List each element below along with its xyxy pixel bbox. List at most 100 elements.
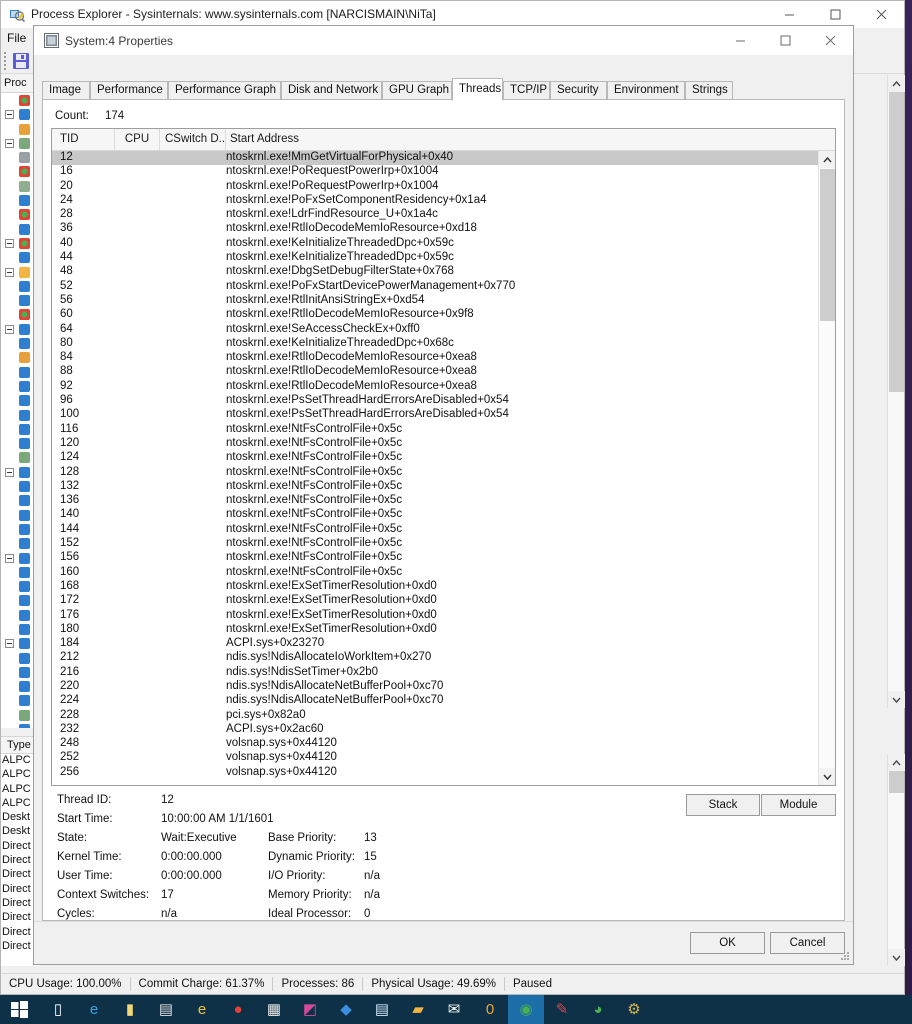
task-view-icon[interactable]: ▯ bbox=[40, 995, 76, 1024]
thread-row[interactable]: 96 ntoskrnl.exe!PsSetThreadHardErrorsAreD… bbox=[52, 394, 818, 408]
threads-table[interactable]: TID CPU CSwitch D... Start Address 12 nto… bbox=[51, 128, 836, 786]
sticky-notes-icon[interactable]: ▮ bbox=[112, 995, 148, 1024]
thread-row[interactable]: 128 ntoskrnl.exe!NtFsControlFile+0x5c bbox=[52, 466, 818, 480]
scroll-thumb[interactable] bbox=[889, 92, 904, 392]
scroll-up-icon[interactable] bbox=[819, 151, 835, 168]
column-header-cswitch-delta[interactable]: CSwitch D... bbox=[160, 129, 226, 150]
scroll-up-icon[interactable] bbox=[888, 754, 905, 771]
column-header-cpu[interactable]: CPU bbox=[115, 129, 160, 150]
calculator-icon[interactable]: ▦ bbox=[256, 995, 292, 1024]
scroll-down-icon[interactable] bbox=[819, 768, 835, 785]
main-minimize-button[interactable] bbox=[766, 1, 812, 28]
dialog-close-button[interactable] bbox=[808, 26, 853, 55]
mail-icon[interactable]: ✉ bbox=[436, 995, 472, 1024]
thread-row[interactable]: 232 ACPI.sys+0x2ac60 bbox=[52, 723, 818, 737]
thread-row[interactable]: 64 ntoskrnl.exe!SeAccessCheckEx+0xff0 bbox=[52, 323, 818, 337]
thread-row[interactable]: 140 ntoskrnl.exe!NtFsControlFile+0x5c bbox=[52, 508, 818, 522]
thread-row[interactable]: 152 ntoskrnl.exe!NtFsControlFile+0x5c bbox=[52, 537, 818, 551]
thread-row[interactable]: 44 ntoskrnl.exe!KeInitializeThreadedDpc+0… bbox=[52, 251, 818, 265]
thread-row[interactable]: 220 ndis.sys!NdisAllocateNetBufferPool+0x… bbox=[52, 680, 818, 694]
thread-row[interactable]: 224 ndis.sys!NdisAllocateNetBufferPool+0x… bbox=[52, 694, 818, 708]
scroll-down-icon[interactable] bbox=[888, 949, 905, 966]
thread-row[interactable]: 252 volsnap.sys+0x44120 bbox=[52, 751, 818, 765]
ok-button[interactable]: OK bbox=[690, 932, 765, 954]
resize-grip[interactable] bbox=[840, 952, 850, 962]
column-header-tid[interactable]: TID bbox=[52, 129, 115, 150]
stack-button[interactable]: Stack bbox=[686, 794, 760, 816]
main-maximize-button[interactable] bbox=[812, 1, 858, 28]
thread-row[interactable]: 248 volsnap.sys+0x44120 bbox=[52, 737, 818, 751]
thread-row[interactable]: 84 ntoskrnl.exe!RtlIoDecodeMemIoResource+… bbox=[52, 351, 818, 365]
tab-disk-and-network[interactable]: Disk and Network bbox=[281, 81, 382, 100]
scroll-thumb[interactable] bbox=[889, 771, 904, 793]
chrome-icon[interactable]: ◉ bbox=[508, 995, 544, 1024]
column-header-start-address[interactable]: Start Address bbox=[226, 129, 835, 150]
module-button[interactable]: Module bbox=[761, 794, 836, 816]
tab-tcp-ip[interactable]: TCP/IP bbox=[503, 81, 550, 100]
thread-row[interactable]: 48 ntoskrnl.exe!DbgSetDebugFilterState+0x… bbox=[52, 265, 818, 279]
thread-row[interactable]: 136 ntoskrnl.exe!NtFsControlFile+0x5c bbox=[52, 494, 818, 508]
thread-row[interactable]: 172 ntoskrnl.exe!ExSetTimerResolution+0xd… bbox=[52, 594, 818, 608]
thread-row[interactable]: 88 ntoskrnl.exe!RtlIoDecodeMemIoResource+… bbox=[52, 365, 818, 379]
thread-row[interactable]: 184 ACPI.sys+0x23270 bbox=[52, 637, 818, 651]
thread-row[interactable]: 116 ntoskrnl.exe!NtFsControlFile+0x5c bbox=[52, 423, 818, 437]
menu-item-file[interactable]: File bbox=[7, 31, 26, 45]
internet-explorer-icon[interactable]: e bbox=[184, 995, 220, 1024]
thread-row[interactable]: 180 ntoskrnl.exe!ExSetTimerResolution+0xd… bbox=[52, 623, 818, 637]
toolbar-grip[interactable] bbox=[4, 52, 8, 70]
thread-row[interactable]: 132 ntoskrnl.exe!NtFsControlFile+0x5c bbox=[52, 480, 818, 494]
thread-row[interactable]: 60 ntoskrnl.exe!RtlIoDecodeMemIoResource+… bbox=[52, 308, 818, 322]
thread-row[interactable]: 24 ntoskrnl.exe!PoFxSetComponentResidency… bbox=[52, 194, 818, 208]
tab-threads[interactable]: Threads bbox=[452, 78, 503, 101]
thread-row[interactable]: 256 volsnap.sys+0x44120 bbox=[52, 766, 818, 780]
main-close-button[interactable] bbox=[858, 1, 904, 28]
thread-row[interactable]: 20 ntoskrnl.exe!PoRequestPowerIrp+0x1004 bbox=[52, 180, 818, 194]
thread-row[interactable]: 120 ntoskrnl.exe!NtFsControlFile+0x5c bbox=[52, 437, 818, 451]
tab-performance-graph[interactable]: Performance Graph bbox=[168, 81, 281, 100]
photos-icon[interactable]: ◩ bbox=[292, 995, 328, 1024]
thread-row[interactable]: 52 ntoskrnl.exe!PoFxStartDevicePowerManag… bbox=[52, 280, 818, 294]
thread-row[interactable]: 168 ntoskrnl.exe!ExSetTimerResolution+0xd… bbox=[52, 580, 818, 594]
thread-row[interactable]: 144 ntoskrnl.exe!NtFsControlFile+0x5c bbox=[52, 523, 818, 537]
thread-row[interactable]: 156 ntoskrnl.exe!NtFsControlFile+0x5c bbox=[52, 551, 818, 565]
office-icon[interactable]: 0 bbox=[472, 995, 508, 1024]
thread-row[interactable]: 124 ntoskrnl.exe!NtFsControlFile+0x5c bbox=[52, 451, 818, 465]
tab-gpu-graph[interactable]: GPU Graph bbox=[382, 81, 452, 100]
tab-strings[interactable]: Strings bbox=[685, 81, 733, 100]
thread-row[interactable]: 176 ntoskrnl.exe!ExSetTimerResolution+0xd… bbox=[52, 609, 818, 623]
thread-row[interactable]: 228 pci.sys+0x82a0 bbox=[52, 709, 818, 723]
windows-start-icon[interactable] bbox=[0, 995, 38, 1024]
thread-row[interactable]: 56 ntoskrnl.exe!RtlInitAnsiStringEx+0xd54 bbox=[52, 294, 818, 308]
threads-table-body[interactable]: 12 ntoskrnl.exe!MmGetVirtualForPhysical+0… bbox=[52, 151, 818, 785]
dropbox-icon[interactable]: ◆ bbox=[328, 995, 364, 1024]
scroll-thumb[interactable] bbox=[820, 169, 835, 321]
dialog-maximize-button[interactable] bbox=[763, 26, 808, 55]
dialog-minimize-button[interactable] bbox=[718, 26, 763, 55]
edge-icon[interactable]: e bbox=[76, 995, 112, 1024]
thread-row[interactable]: 160 ntoskrnl.exe!NtFsControlFile+0x5c bbox=[52, 566, 818, 580]
thread-row[interactable]: 12 ntoskrnl.exe!MmGetVirtualForPhysical+0… bbox=[52, 151, 818, 166]
scroll-up-icon[interactable] bbox=[888, 75, 905, 92]
tab-image[interactable]: Image bbox=[42, 81, 90, 100]
thread-row[interactable]: 92 ntoskrnl.exe!RtlIoDecodeMemIoResource+… bbox=[52, 380, 818, 394]
save-icon[interactable] bbox=[12, 52, 30, 70]
tab-environment[interactable]: Environment bbox=[607, 81, 685, 100]
opera-icon[interactable]: ● bbox=[220, 995, 256, 1024]
file-explorer-icon[interactable]: ▰ bbox=[400, 995, 436, 1024]
handle-list-scrollbar[interactable] bbox=[887, 754, 905, 966]
thread-row[interactable]: 28 ntoskrnl.exe!LdrFindResource_U+0x1a4c bbox=[52, 208, 818, 222]
scroll-down-icon[interactable] bbox=[888, 691, 905, 708]
process-explorer-taskbar-icon[interactable]: ⚙ bbox=[616, 995, 652, 1024]
tab-security[interactable]: Security bbox=[550, 81, 607, 100]
cancel-button[interactable]: Cancel bbox=[770, 932, 845, 954]
thread-row[interactable]: 40 ntoskrnl.exe!KeInitializeThreadedDpc+0… bbox=[52, 237, 818, 251]
paint-icon[interactable]: ✎ bbox=[544, 995, 580, 1024]
thread-row[interactable]: 100 ntoskrnl.exe!PsSetThreadHardErrorsAre… bbox=[52, 408, 818, 422]
globe-icon[interactable]: ◕ bbox=[580, 995, 616, 1024]
tab-performance[interactable]: Performance bbox=[90, 81, 168, 100]
threads-table-scrollbar[interactable] bbox=[818, 151, 835, 785]
store-icon[interactable]: ▤ bbox=[148, 995, 184, 1024]
thread-row[interactable]: 212 ndis.sys!NdisAllocateIoWorkItem+0x270 bbox=[52, 651, 818, 665]
notepad-icon[interactable]: ▤ bbox=[364, 995, 400, 1024]
thread-row[interactable]: 216 ndis.sys!NdisSetTimer+0x2b0 bbox=[52, 666, 818, 680]
